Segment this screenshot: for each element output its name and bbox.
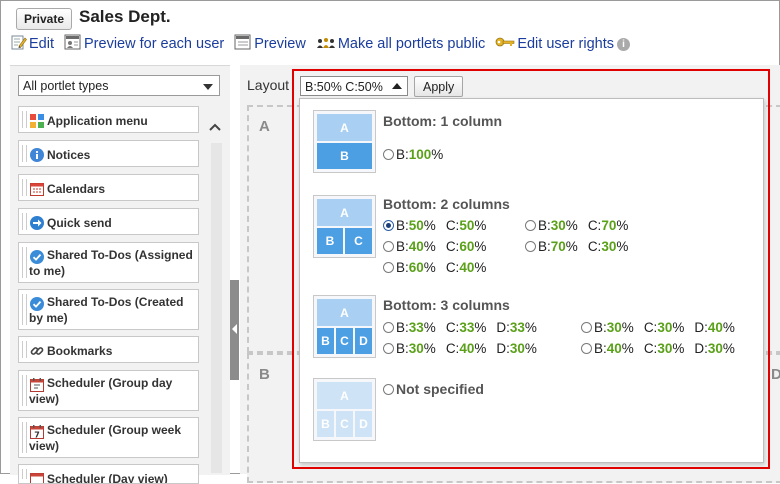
edit-link-label: Edit (29, 36, 54, 52)
preview-icon (234, 34, 252, 54)
portlet-item-label: Notices (47, 147, 194, 163)
zone-label-a: A (259, 118, 270, 135)
portlet-item-scheduler-day[interactable]: Scheduler (Day view) (18, 464, 199, 484)
preview-each-user-link[interactable]: Preview for each user (64, 34, 224, 54)
portlet-item-label: Shared To-Dos (Created by me) (29, 294, 194, 326)
portlet-item-quick-send[interactable]: Quick send (18, 208, 199, 235)
portlet-item-label: Application menu (47, 113, 194, 129)
portlet-item-notices[interactable]: Notices (18, 140, 199, 167)
portlet-type-select-value: All portlet types (23, 79, 108, 93)
portlet-item-label: Scheduler (Group week view) (29, 422, 194, 454)
application-grid-icon (30, 114, 44, 128)
layout-label: Layout (247, 77, 289, 93)
drag-grip-icon (22, 111, 27, 128)
drag-grip-icon (22, 375, 27, 406)
calendar-icon (30, 182, 44, 196)
portlet-type-select[interactable]: All portlet types (18, 75, 220, 96)
zone-label-d: D (771, 366, 780, 383)
portlet-item-label: Bookmarks (47, 343, 194, 359)
portlet-item-application-menu[interactable]: Application menu (18, 106, 199, 133)
users-group-icon (316, 35, 336, 53)
drag-grip-icon (22, 179, 27, 196)
edit-user-rights-link[interactable]: Edit user rights (495, 36, 614, 52)
portlet-item-label: Shared To-Dos (Assigned to me) (29, 247, 194, 279)
info-circle-icon (30, 148, 44, 162)
portlet-item-label: Calendars (47, 181, 194, 197)
collapse-arrow-icon (232, 324, 237, 334)
portlet-item-scheduler-group-day[interactable]: Scheduler (Group day view) (18, 370, 199, 411)
scrollbar-thumb[interactable] (211, 143, 222, 473)
edit-user-rights-label: Edit user rights (517, 36, 614, 52)
chevron-down-icon (203, 84, 213, 90)
drag-grip-icon (22, 341, 27, 358)
portlet-item-shared-todos-assigned[interactable]: Shared To-Dos (Assigned to me) (18, 242, 199, 283)
link-chain-icon (30, 344, 44, 358)
page-title: Sales Dept. (79, 7, 171, 27)
make-all-portlets-public-link[interactable]: Make all portlets public (316, 35, 486, 53)
drag-grip-icon (22, 145, 27, 162)
preview-link[interactable]: Preview (234, 34, 306, 54)
portlet-item-label: Scheduler (Day view) (47, 471, 194, 484)
arrow-right-circle-icon (30, 216, 44, 230)
portlet-item-calendars[interactable]: Calendars (18, 174, 199, 201)
preview-label: Preview (254, 36, 306, 52)
edit-link[interactable]: Edit (11, 34, 54, 54)
user-preview-icon (64, 34, 82, 54)
edit-pencil-icon (11, 34, 27, 54)
portlet-item-bookmarks[interactable]: Bookmarks (18, 336, 199, 363)
scroll-up-chevron-icon[interactable] (209, 121, 221, 135)
panel-splitter[interactable] (230, 280, 239, 380)
portlet-panel: All portlet types Application menu Notic… (10, 65, 230, 475)
preview-each-user-label: Preview for each user (84, 36, 224, 52)
private-badge[interactable]: Private (16, 8, 72, 30)
drag-grip-icon (22, 247, 27, 278)
zone-label-b: B (259, 366, 270, 383)
drag-grip-icon (22, 469, 27, 479)
drag-grip-icon (22, 294, 27, 325)
portlet-item-label: Quick send (47, 215, 194, 231)
drag-grip-icon (22, 213, 27, 230)
make-all-portlets-public-label: Make all portlets public (338, 36, 486, 52)
red-highlight-box (292, 69, 770, 469)
key-icon (495, 36, 515, 52)
drag-grip-icon (22, 422, 27, 453)
portlet-item-shared-todos-created[interactable]: Shared To-Dos (Created by me) (18, 289, 199, 330)
toolbar: Edit Preview for each user Preview Make … (11, 34, 630, 54)
info-icon[interactable]: i (617, 38, 630, 51)
portlet-item-label: Scheduler (Group day view) (29, 375, 194, 407)
portlet-item-scheduler-group-week[interactable]: 7 Scheduler (Group week view) (18, 417, 199, 458)
